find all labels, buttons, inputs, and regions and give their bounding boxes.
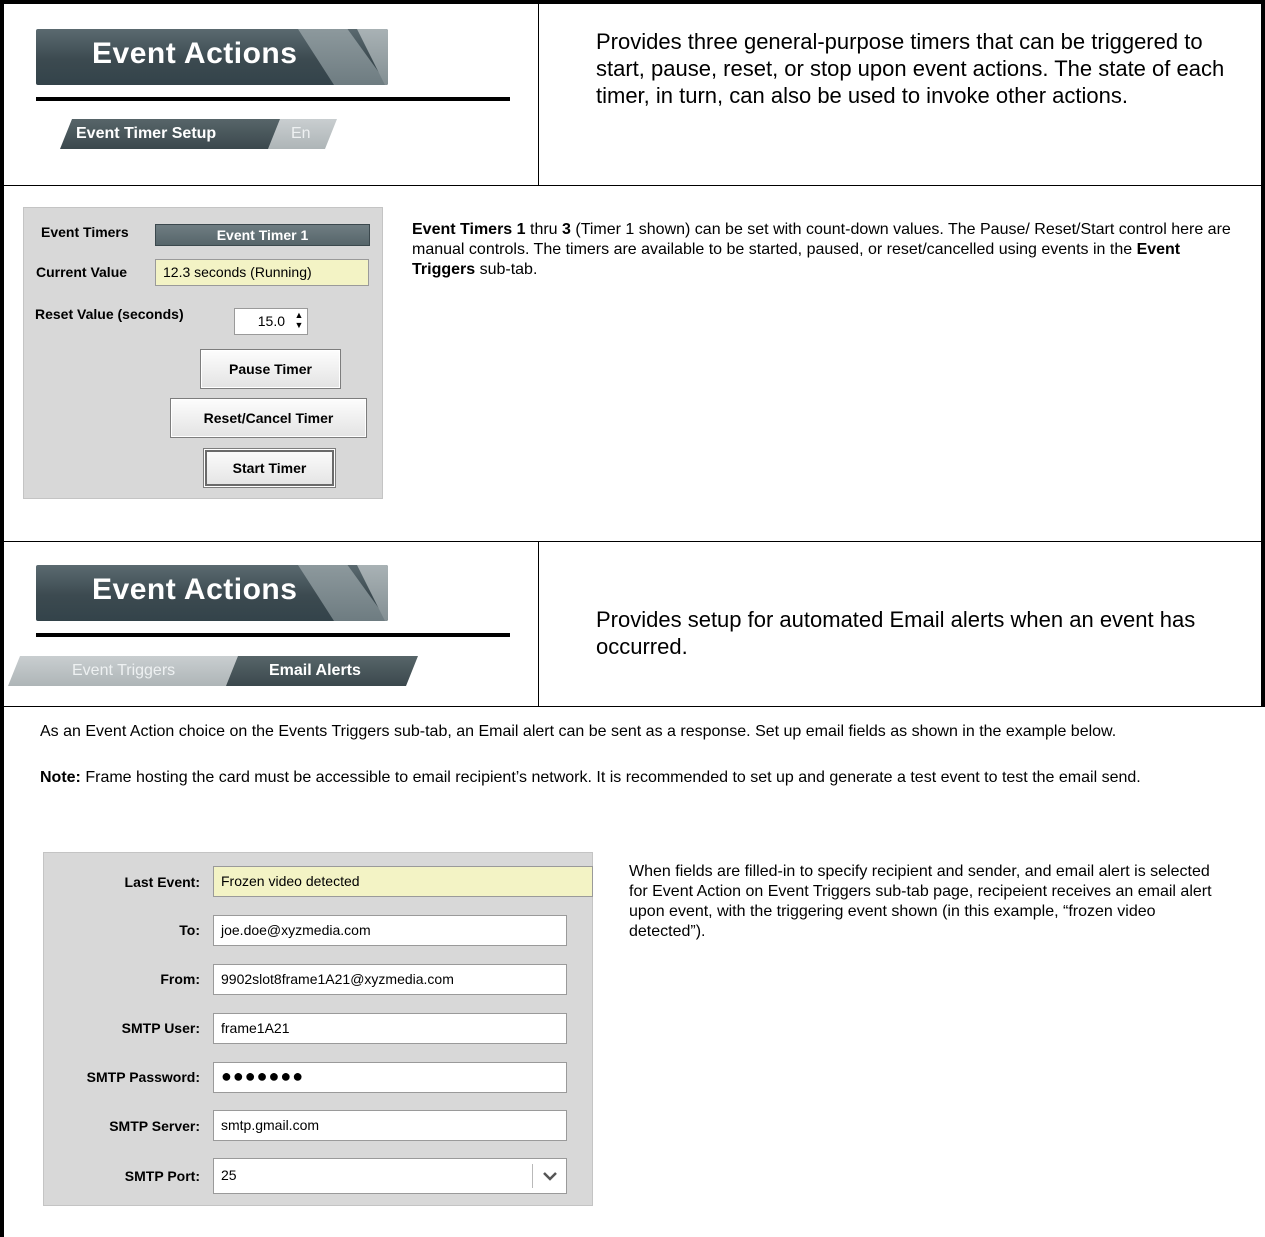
timer-text: thru — [525, 221, 563, 238]
reset-value-label: Reset Value (seconds) — [35, 306, 184, 322]
last-event-field: Frozen video detected — [213, 866, 593, 897]
current-value-field: 12.3 seconds (Running) — [155, 259, 369, 286]
smtp-user-label: SMTP User: — [121, 1020, 200, 1036]
event-actions-banner: Event Actions — [36, 565, 388, 621]
table-border-right — [1261, 0, 1265, 706]
timer-text-bold: Event Timers 1 — [412, 221, 526, 238]
banner-title: Event Actions — [92, 573, 298, 606]
event-timers-label: Event Timers — [41, 224, 129, 240]
start-timer-button[interactable]: Start Timer — [203, 448, 336, 488]
note-text: Frame hosting the card must be accessibl… — [80, 769, 1141, 786]
column-divider — [538, 541, 539, 706]
smtp-port-value: 25 — [221, 1167, 237, 1183]
email-alert-description: When fields are filled-in to specify rec… — [629, 863, 1212, 940]
from-field[interactable]: 9902slot8frame1A21@xyzmedia.com — [213, 964, 567, 995]
event-actions-banner: Event Actions — [36, 29, 388, 85]
subtab-label: Email Alerts — [269, 662, 361, 679]
from-label: From: — [160, 971, 200, 987]
note-label: Note: — [40, 769, 81, 786]
timer-description: Event Timers 1 thru 3 (Timer 1 shown) ca… — [412, 220, 1244, 280]
last-event-label: Last Event: — [124, 874, 200, 890]
subtab-label: En — [291, 125, 311, 142]
column-divider — [538, 0, 539, 185]
reset-cancel-timer-button[interactable]: Reset/Cancel Timer — [170, 398, 367, 438]
spinner-arrows-icon[interactable]: ▲ ▼ — [293, 310, 305, 332]
reset-value-text: 15.0 — [257, 313, 285, 329]
chevron-down-icon[interactable] — [537, 1163, 563, 1189]
smtp-server-label: SMTP Server: — [109, 1118, 200, 1134]
smtp-password-label: SMTP Password: — [86, 1069, 200, 1085]
smtp-server-field[interactable]: smtp.gmail.com — [213, 1110, 567, 1141]
subtab-label: Event Timer Setup — [76, 125, 217, 142]
table-border-top — [0, 0, 1265, 4]
smtp-port-select[interactable]: 25 — [213, 1158, 567, 1194]
to-label: To: — [179, 922, 200, 938]
subtab-event-triggers[interactable]: Event Triggers — [8, 656, 256, 686]
select-divider — [532, 1164, 533, 1188]
subtab-email-alerts[interactable]: Email Alerts — [226, 656, 418, 686]
email-note: Note: Frame hosting the card must be acc… — [40, 768, 1240, 788]
banner-title: Event Actions — [92, 37, 298, 70]
row-divider — [0, 541, 1265, 542]
section-description: Provides three general-purpose timers th… — [596, 29, 1225, 108]
smtp-password-field[interactable]: ●●●●●●● — [213, 1062, 567, 1093]
smtp-port-label: SMTP Port: — [124, 1168, 200, 1184]
section-description: Provides setup for automated Email alert… — [596, 607, 1196, 659]
event-timer-selector[interactable]: Event Timer 1 — [155, 224, 370, 246]
timer-text: sub-tab. — [475, 261, 538, 278]
pause-timer-button[interactable]: Pause Timer — [200, 349, 341, 389]
banner-underline — [36, 633, 510, 637]
timer-text-bold: 3 — [562, 221, 571, 238]
row-divider — [0, 185, 1265, 186]
subtab-event-timer-setup[interactable]: Event Timer Setup — [60, 119, 280, 149]
current-value-label: Current Value — [36, 264, 128, 280]
email-intro-paragraph: As an Event Action choice on the Events … — [40, 723, 1117, 740]
subtab-label: Event Triggers — [72, 662, 176, 679]
smtp-user-field[interactable]: frame1A21 — [213, 1013, 567, 1044]
to-field[interactable]: joe.doe@xyzmedia.com — [213, 915, 567, 946]
banner-underline — [36, 97, 510, 101]
row-divider — [0, 706, 1265, 707]
